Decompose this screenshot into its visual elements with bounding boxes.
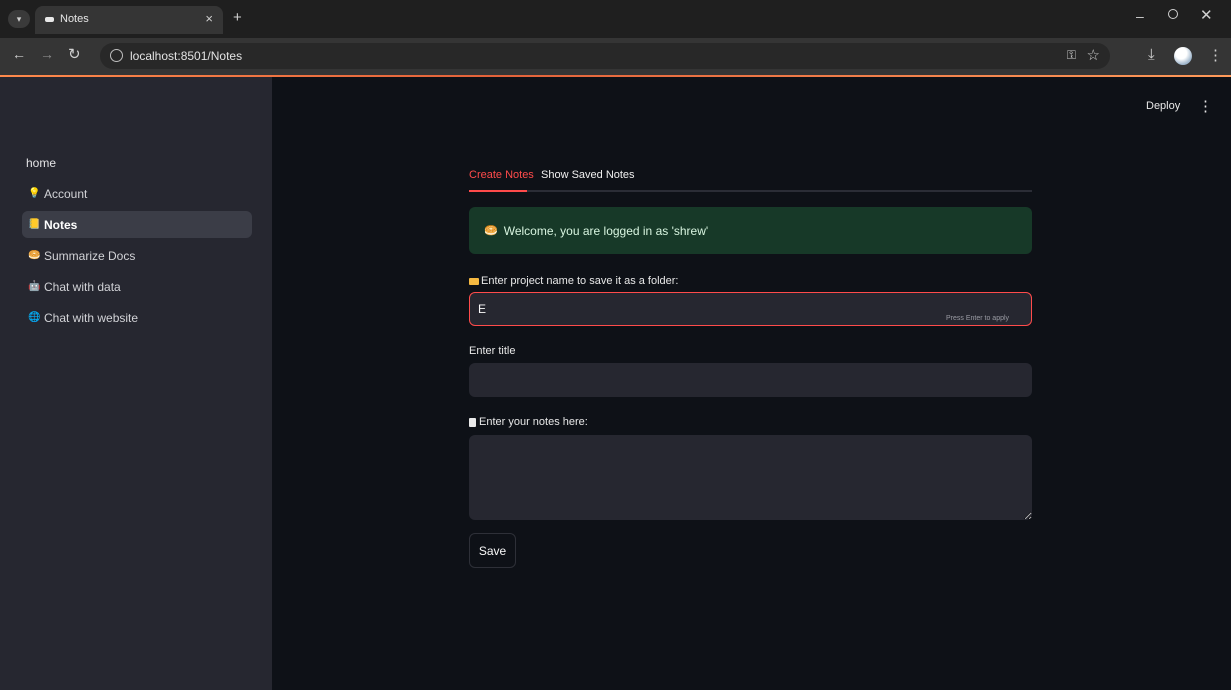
deploy-button[interactable]: Deploy: [1146, 100, 1180, 112]
url-text[interactable]: localhost:8501/Notes: [130, 49, 242, 63]
reload-icon[interactable]: ↻: [68, 45, 81, 63]
notebook-icon: 📒: [28, 219, 41, 230]
sidebar: home 💡 Account 📒 Notes 🥯 Summarize Docs …: [0, 77, 272, 690]
sidebar-item-label: Notes: [44, 217, 78, 232]
sidebar-item-label: Summarize Docs: [44, 248, 136, 263]
sidebar-item-home[interactable]: home: [22, 149, 252, 176]
download-icon[interactable]: ⤓: [1148, 46, 1155, 63]
notes-label-text: Enter your notes here:: [479, 416, 588, 428]
tabs-divider: [469, 190, 1032, 192]
password-key-icon[interactable]: ⚿: [1067, 48, 1076, 63]
document-icon: [469, 417, 476, 427]
globe-icon: 🌐: [28, 312, 41, 323]
window-restore-icon[interactable]: [1168, 9, 1178, 19]
press-enter-hint: Press Enter to apply: [946, 315, 1010, 322]
browser-menu-icon[interactable]: ⋮: [1208, 46, 1223, 64]
save-button[interactable]: Save: [469, 533, 516, 568]
active-tab-indicator: [469, 190, 527, 192]
profile-avatar[interactable]: [1174, 47, 1192, 65]
project-name-label: Enter project name to save it as a folde…: [469, 275, 679, 287]
site-info-icon[interactable]: [110, 49, 123, 62]
notes-tabs: Create Notes Show Saved Notes: [469, 164, 1032, 192]
title-label-text: Enter title: [469, 345, 516, 357]
forward-arrow-icon[interactable]: →: [40, 46, 54, 62]
sidebar-item-notes[interactable]: 📒 Notes: [22, 211, 252, 238]
title-input[interactable]: [469, 363, 1032, 397]
lightbulb-icon: 💡: [28, 188, 41, 199]
sidebar-item-label: Chat with data: [44, 279, 121, 294]
sidebar-item-label: Chat with website: [44, 310, 139, 325]
tab-title: Notes: [60, 13, 89, 25]
sidebar-item-label: Account: [44, 186, 88, 201]
sidebar-item-chat-with-website[interactable]: 🌐 Chat with website: [22, 304, 252, 331]
title-label: Enter title: [469, 345, 515, 357]
browser-toolbar: ← → ↻ localhost:8501/Notes ⚿ ☆ ⤓ ⋮: [0, 38, 1231, 75]
sidebar-item-chat-with-data[interactable]: 🤖 Chat with data: [22, 273, 252, 300]
app-menu-icon[interactable]: ⋮: [1198, 97, 1213, 115]
sidebar-item-label: home: [26, 155, 57, 170]
window-close-icon[interactable]: ✕: [1200, 6, 1213, 24]
bagel-icon: 🥯: [484, 225, 498, 237]
sidebar-nav: home 💡 Account 📒 Notes 🥯 Summarize Docs …: [22, 149, 252, 335]
tab-favicon-icon: [45, 17, 54, 22]
welcome-alert: 🥯 Welcome, you are logged in as 'shrew': [469, 207, 1032, 254]
tab-search-icon[interactable]: ▾: [8, 10, 30, 28]
project-name-label-text: Enter project name to save it as a folde…: [481, 275, 679, 287]
window-minimize-icon[interactable]: –: [1136, 8, 1144, 24]
browser-tab[interactable]: Notes ×: [35, 6, 223, 34]
bagel-icon: 🥯: [28, 250, 41, 261]
sidebar-item-summarize-docs[interactable]: 🥯 Summarize Docs: [22, 242, 252, 269]
browser-tab-strip: ▾ Notes × + – ✕: [0, 0, 1231, 38]
notes-label: Enter your notes here:: [469, 416, 588, 428]
notes-textarea[interactable]: [469, 435, 1032, 520]
tab-create-notes[interactable]: Create Notes: [469, 169, 534, 181]
folder-icon: [469, 277, 479, 285]
new-tab-icon[interactable]: +: [233, 9, 242, 26]
address-bar[interactable]: localhost:8501/Notes ⚿ ☆: [100, 43, 1110, 69]
robot-icon: 🤖: [28, 281, 41, 292]
back-arrow-icon[interactable]: ←: [12, 46, 26, 62]
sidebar-item-account[interactable]: 💡 Account: [22, 180, 252, 207]
alert-text: Welcome, you are logged in as 'shrew': [503, 223, 709, 238]
tab-close-icon[interactable]: ×: [205, 11, 213, 26]
bookmark-star-icon[interactable]: ☆: [1087, 46, 1100, 64]
tab-show-saved-notes[interactable]: Show Saved Notes: [541, 169, 635, 181]
